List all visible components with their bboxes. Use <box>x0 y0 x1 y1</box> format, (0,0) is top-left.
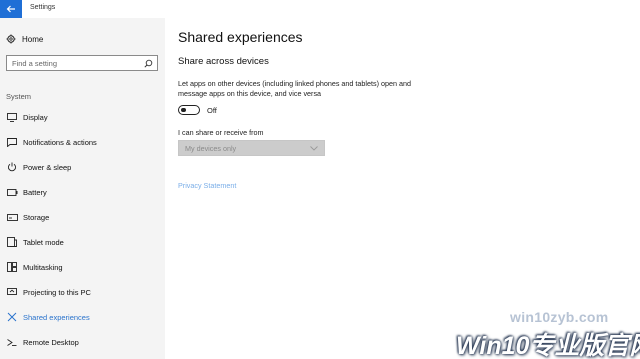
title-bar: Settings <box>0 0 640 18</box>
home-label: Home <box>22 34 44 44</box>
share-across-devices-toggle[interactable] <box>178 105 200 115</box>
share-from-dropdown[interactable]: My devices only <box>178 140 325 156</box>
sidebar-item-label: Display <box>23 112 48 122</box>
sidebar-item-projecting[interactable]: Projecting to this PC <box>0 283 165 301</box>
sidebar-item-label: Power & sleep <box>23 162 72 172</box>
storage-icon <box>5 210 19 224</box>
display-icon <box>5 110 19 124</box>
sidebar-item-label: Tablet mode <box>23 237 64 247</box>
gear-icon <box>6 34 16 44</box>
page-title: Shared experiences <box>178 29 303 45</box>
chevron-down-icon <box>310 146 318 151</box>
back-button[interactable] <box>0 0 22 18</box>
shared-experiences-icon <box>5 310 19 324</box>
tablet-mode-icon <box>5 235 19 249</box>
sidebar: Home System Display Notifications & acti… <box>0 18 165 359</box>
sidebar-item-label: Projecting to this PC <box>23 287 91 297</box>
sidebar-item-label: Remote Desktop <box>23 337 79 347</box>
projecting-icon <box>5 285 19 299</box>
sidebar-item-display[interactable]: Display <box>0 108 165 126</box>
sidebar-item-notifications[interactable]: Notifications & actions <box>0 133 165 151</box>
sidebar-item-storage[interactable]: Storage <box>0 208 165 226</box>
toggle-knob <box>181 107 186 112</box>
dropdown-value: My devices only <box>185 144 237 153</box>
multitasking-icon <box>5 260 19 274</box>
sidebar-item-label: Notifications & actions <box>23 137 97 147</box>
setting-description: Let apps on other devices (including lin… <box>178 79 411 98</box>
share-from-label: I can share or receive from <box>178 128 264 137</box>
search-input[interactable] <box>12 58 140 69</box>
search-box[interactable] <box>6 55 158 71</box>
sidebar-item-label: Storage <box>23 212 50 222</box>
battery-icon <box>5 185 19 199</box>
back-arrow-icon <box>6 5 15 13</box>
sidebar-item-label: Multitasking <box>23 262 63 272</box>
search-icon[interactable] <box>144 59 153 68</box>
window-title: Settings <box>30 4 56 11</box>
remote-desktop-icon <box>5 335 19 349</box>
sidebar-item-power-sleep[interactable]: Power & sleep <box>0 158 165 176</box>
toggle-state-label: Off <box>207 106 217 115</box>
watermark-brand: Win10专业版官网 <box>456 332 640 359</box>
section-heading: Share across devices <box>178 56 269 67</box>
watermark-url: win10zyb.com <box>510 309 609 325</box>
sidebar-item-tablet-mode[interactable]: Tablet mode <box>0 233 165 251</box>
sidebar-item-label: Battery <box>23 187 47 197</box>
notifications-icon <box>5 135 19 149</box>
privacy-statement-link[interactable]: Privacy Statement <box>178 181 236 190</box>
sidebar-item-shared-experiences[interactable]: Shared experiences <box>0 308 165 326</box>
section-label: System <box>6 92 32 101</box>
sidebar-item-remote-desktop[interactable]: Remote Desktop <box>0 333 165 351</box>
power-icon <box>5 160 19 174</box>
main-content: Shared experiences Share across devices … <box>165 18 640 359</box>
home-nav-item[interactable]: Home <box>6 33 43 45</box>
sidebar-item-multitasking[interactable]: Multitasking <box>0 258 165 276</box>
sidebar-item-label: Shared experiences <box>23 312 90 322</box>
sidebar-item-battery[interactable]: Battery <box>0 183 165 201</box>
